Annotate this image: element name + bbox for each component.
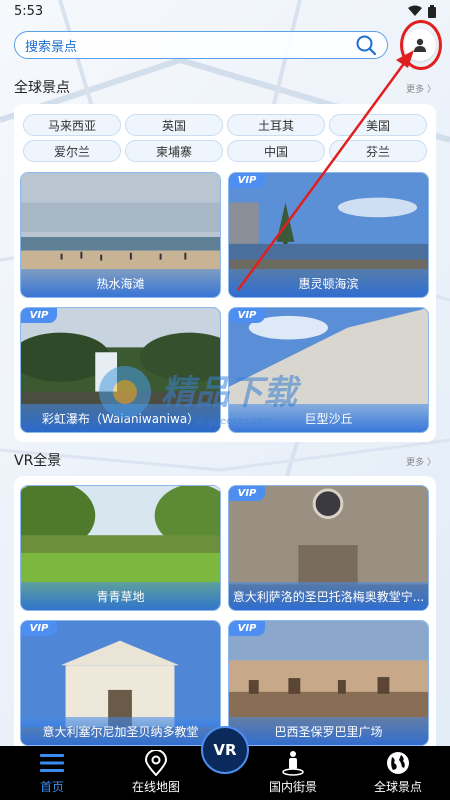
street-view-icon	[282, 751, 304, 776]
nav-online-map-label: 在线地图	[131, 780, 180, 794]
vr-button[interactable]: VR	[201, 726, 249, 774]
globe-icon	[387, 752, 409, 774]
nav-domestic-street-view[interactable]: 国内街景	[261, 746, 325, 800]
nav-street-view-label: 国内街景	[268, 780, 317, 794]
map-pin-icon	[144, 750, 168, 776]
menu-icon	[40, 754, 64, 772]
nav-global-spots[interactable]: 全球景点	[366, 746, 430, 800]
annotation-arrow	[236, 50, 414, 291]
nav-global-spots-label: 全球景点	[373, 780, 422, 794]
nav-home[interactable]: 首页	[22, 746, 82, 800]
nav-home-label: 首页	[39, 780, 64, 794]
nav-online-map[interactable]: 在线地图	[124, 746, 188, 800]
